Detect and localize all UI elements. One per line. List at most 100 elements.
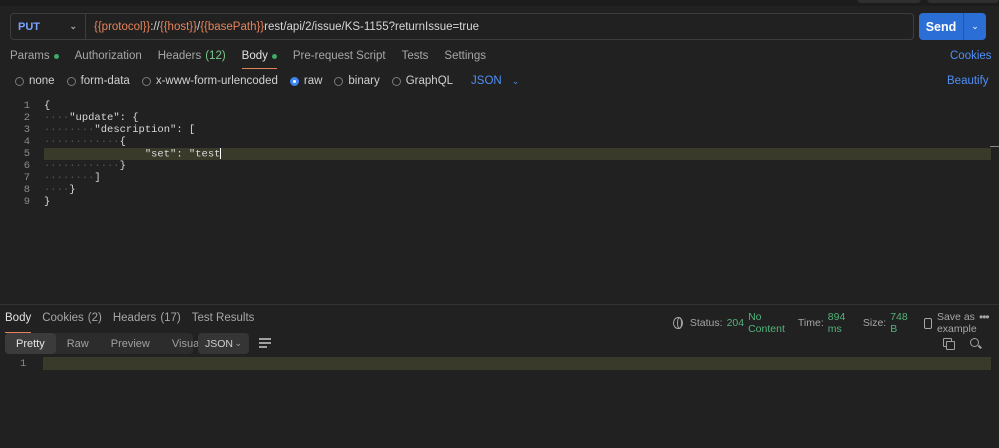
- toolbar-button-partial-2[interactable]: [927, 0, 999, 3]
- radio-label: GraphQL: [405, 75, 454, 87]
- more-icon[interactable]: •••: [979, 310, 990, 324]
- request-tabs: Params Authorization Headers (12) Body Pre-re…: [10, 48, 502, 69]
- view-raw[interactable]: Raw: [56, 333, 100, 354]
- tab-label: Headers: [157, 50, 202, 62]
- request-body-editor[interactable]: 1{2 ····"update": {3 ········"description"…: [8, 98, 999, 303]
- response-tab-cookies[interactable]: Cookies (2): [42, 312, 102, 326]
- send-button[interactable]: Send: [919, 13, 964, 40]
- body-type-options: none form-data x-www-form-urlencoded raw bin…: [15, 74, 519, 88]
- body-type-graphql[interactable]: GraphQL: [391, 75, 454, 87]
- view-pretty[interactable]: Pretty: [5, 333, 56, 354]
- tab-label: Cookies: [42, 312, 84, 324]
- radio-label: form-data: [80, 75, 130, 87]
- url-variable: {{basePath}}: [200, 20, 265, 33]
- pane-divider[interactable]: [0, 304, 999, 305]
- response-format-label: JSON: [205, 337, 234, 350]
- indent-guide: ············: [44, 160, 120, 172]
- body-type-x-www-form-urlencoded[interactable]: x-www-form-urlencoded: [141, 75, 278, 87]
- code-line: ············{: [44, 136, 126, 148]
- radio-label: binary: [348, 75, 380, 87]
- wrap-lines-icon[interactable]: [259, 338, 271, 349]
- response-tab-test-results[interactable]: Test Results: [192, 312, 255, 326]
- code-text: "set": "test: [144, 148, 221, 161]
- tab-count: (2): [87, 312, 102, 324]
- method-select[interactable]: PUT ⌄: [11, 14, 86, 39]
- tab-label: Tests: [401, 50, 429, 62]
- status-label: Status:: [689, 317, 723, 329]
- globe-icon[interactable]: [673, 317, 683, 329]
- method-label: PUT: [18, 20, 40, 33]
- send-options-chevron-icon[interactable]: ⌄: [964, 13, 986, 40]
- response-line-highlight: [43, 357, 991, 370]
- tab-count: (12): [205, 50, 226, 62]
- size-value[interactable]: 748 B: [890, 311, 912, 335]
- url-variable: {{host}}: [159, 20, 197, 33]
- url-text: ://: [150, 20, 160, 33]
- body-type-binary[interactable]: binary: [334, 75, 380, 87]
- chevron-down-icon: ⌄: [69, 21, 77, 31]
- body-type-none[interactable]: none: [15, 75, 55, 87]
- response-tab-headers[interactable]: Headers (17): [113, 312, 181, 326]
- search-icon[interactable]: [970, 338, 981, 349]
- size-label: Size:: [862, 317, 887, 329]
- radio-label: raw: [303, 75, 323, 87]
- url-variable: {{protocol}}: [94, 20, 151, 33]
- code-text: ]: [94, 172, 101, 184]
- tab-body[interactable]: Body: [241, 48, 278, 69]
- tab-params[interactable]: Params: [10, 48, 59, 64]
- tab-label: Body: [241, 50, 268, 62]
- code-text: "description": [: [94, 124, 196, 136]
- save-icon: [923, 317, 932, 329]
- line-number: 2: [23, 112, 30, 124]
- time-value[interactable]: 894 ms: [828, 311, 855, 335]
- radio-icon: [15, 76, 24, 86]
- radio-icon: [141, 76, 151, 86]
- radio-icon: [66, 76, 76, 86]
- indent-guide: ············: [44, 136, 120, 148]
- code-line: "set": "test: [44, 148, 222, 161]
- raw-format-label: JSON: [471, 75, 502, 87]
- code-line: ········]: [44, 172, 101, 184]
- code-line: }: [44, 196, 50, 208]
- body-type-form-data[interactable]: form-data: [66, 75, 130, 87]
- status-text[interactable]: No Content: [748, 311, 790, 335]
- response-tabs: Body Cookies (2) Headers (17) Test Results: [5, 312, 265, 333]
- modified-dot-icon: [53, 53, 59, 59]
- radio-label: x-www-form-urlencoded: [155, 75, 278, 87]
- copy-icon[interactable]: [943, 338, 955, 350]
- modified-dot-icon: [271, 53, 277, 59]
- cookies-link[interactable]: Cookies: [950, 50, 992, 62]
- body-type-raw[interactable]: raw: [289, 75, 323, 87]
- tab-settings[interactable]: Settings: [444, 48, 486, 64]
- tab-tests[interactable]: Tests: [402, 48, 429, 64]
- view-preview[interactable]: Preview: [100, 333, 161, 354]
- response-format-select[interactable]: JSON ⌄: [198, 333, 249, 354]
- code-text: "update": {: [69, 112, 139, 124]
- radio-icon: [289, 76, 299, 86]
- line-number: 3: [23, 124, 30, 136]
- tab-authorization[interactable]: Authorization: [75, 48, 142, 64]
- line-number: 6: [23, 160, 30, 172]
- tab-label: Body: [5, 312, 32, 324]
- response-tab-body[interactable]: Body: [5, 312, 32, 333]
- send-button-group: Send ⌄: [919, 13, 986, 40]
- status-code[interactable]: 204: [727, 317, 745, 329]
- beautify-link[interactable]: Beautify: [947, 75, 989, 87]
- tab-pre-request-script[interactable]: Pre-request Script: [293, 48, 386, 64]
- code-line: {: [44, 100, 50, 112]
- url-input[interactable]: {{protocol}}://{{host}}/{{basePath}}rest…: [86, 21, 479, 33]
- chevron-down-icon: ⌄: [234, 338, 242, 348]
- toolbar-button-partial[interactable]: [857, 0, 921, 3]
- indent-guide: ····: [44, 184, 70, 196]
- tab-count: (17): [160, 312, 181, 324]
- radio-icon: [334, 76, 344, 86]
- tab-headers[interactable]: Headers (12): [158, 48, 226, 64]
- top-toolbar-strip: [0, 0, 999, 6]
- raw-format-select[interactable]: JSON ⌄: [471, 75, 519, 87]
- text-cursor: [220, 148, 222, 159]
- request-url-bar: PUT ⌄ {{protocol}}://{{host}}/{{basePath…: [10, 13, 914, 40]
- line-number: 5: [23, 148, 30, 160]
- time-label: Time:: [797, 317, 824, 329]
- code-line: ····}: [44, 184, 76, 196]
- line-number: 7: [23, 172, 30, 184]
